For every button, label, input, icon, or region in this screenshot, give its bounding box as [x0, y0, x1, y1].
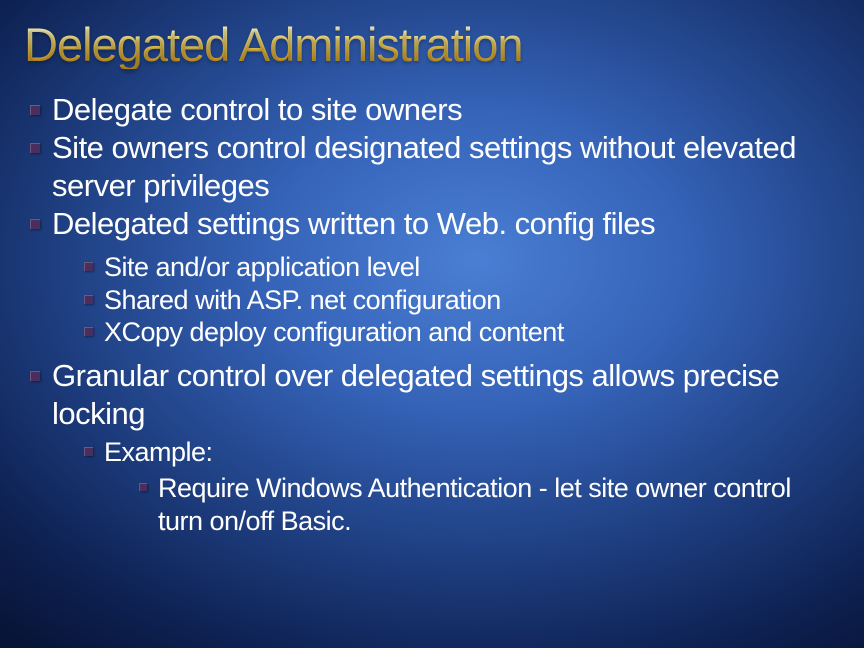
bullet-icon [84, 327, 93, 336]
bullet-icon [84, 262, 93, 271]
list-item: Delegate control to site owners [30, 91, 840, 129]
list-item: XCopy deploy configuration and content [84, 316, 840, 349]
bullet-text: Granular control over delegated settings… [52, 357, 840, 433]
slide-title: Delegated Administration [24, 20, 840, 69]
bullet-group-3: Granular control over delegated settings… [24, 357, 840, 433]
list-item: Delegated settings written to Web. confi… [30, 205, 840, 243]
slide: Delegated Administration Delegate contro… [0, 0, 864, 538]
bullet-text: Delegate control to site owners [52, 91, 462, 129]
bullet-icon [139, 483, 147, 491]
bullet-icon [30, 219, 40, 229]
bullet-text: XCopy deploy configuration and content [104, 316, 564, 349]
bullet-text: Example: [104, 436, 213, 469]
bullet-text: Site owners control designated settings … [52, 129, 840, 205]
bullet-group-2: Site and/or application level Shared wit… [24, 251, 840, 350]
bullet-group-5: Require Windows Authentication - let sit… [24, 472, 840, 538]
bullet-icon [30, 371, 40, 381]
list-item: Granular control over delegated settings… [30, 357, 840, 433]
bullet-icon [30, 143, 40, 153]
list-item: Example: [84, 436, 840, 469]
list-item: Site owners control designated settings … [30, 129, 840, 205]
bullet-text: Shared with ASP. net configuration [104, 284, 501, 317]
bullet-text: Delegated settings written to Web. confi… [52, 205, 655, 243]
bullet-icon [84, 295, 93, 304]
bullet-icon [84, 447, 93, 456]
bullet-group-1: Delegate control to site owners Site own… [24, 91, 840, 242]
list-item: Site and/or application level [84, 251, 840, 284]
list-item: Require Windows Authentication - let sit… [139, 472, 840, 538]
bullet-text: Site and/or application level [104, 251, 420, 284]
bullet-icon [30, 105, 40, 115]
list-item: Shared with ASP. net configuration [84, 284, 840, 317]
bullet-group-4: Example: [24, 436, 840, 469]
bullet-text: Require Windows Authentication - let sit… [158, 472, 840, 538]
